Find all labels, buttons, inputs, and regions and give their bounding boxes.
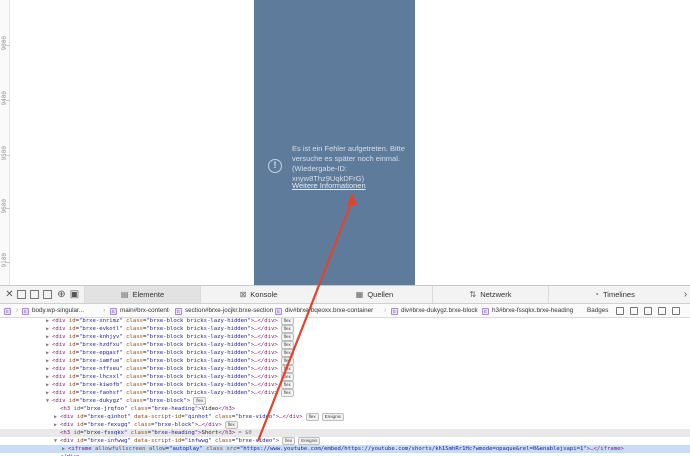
dom-node-row[interactable]: ▶ <div id="brxe-iamfue" class="brxe-block… xyxy=(0,357,690,365)
badge-pill[interactable]: flex xyxy=(280,318,294,325)
element-icon: E xyxy=(175,308,182,315)
breadcrumb-label: body.wp-singular... xyxy=(32,307,85,314)
dom-tree: ▶ <div id="brxe-xnrimz" class="brxe-block… xyxy=(0,318,690,456)
breadcrumb-item[interactable]: Eh3#brxe-fssqkx.brxe-heading xyxy=(482,304,574,317)
tab-label: Netzwerk xyxy=(480,290,512,299)
dom-node-row[interactable]: ▶ <div id="brxe-kiwofb" class="brxe-block… xyxy=(0,381,690,389)
tab-sources[interactable]: ▦ Quellen xyxy=(316,286,432,303)
breadcrumb-label: main#brx-content xyxy=(120,307,169,314)
breadcrumb-item[interactable]: Emain#brx-content xyxy=(110,304,169,317)
breadcrumb-label: div#brxe-bqeoxx.brxe-container xyxy=(285,307,374,314)
breadcrumb-label: section#brxe-jocjkr.brxe-section xyxy=(185,307,274,314)
element-icon: E xyxy=(275,308,282,315)
badge-pill[interactable]: Ereignis xyxy=(321,413,344,421)
element-icon: E xyxy=(482,308,489,315)
badge-pill[interactable]: flex xyxy=(280,349,294,357)
badge-pill[interactable]: flex xyxy=(280,365,294,373)
dom-node-row[interactable]: ▶ <div id="brxe-qinhot" data-script-id="q… xyxy=(0,413,690,421)
ruler-label: 9600 xyxy=(1,199,8,214)
badge-pill[interactable]: flex xyxy=(280,341,294,349)
badge-pill[interactable]: flex xyxy=(193,397,207,405)
badge-pill[interactable]: flex xyxy=(224,421,238,429)
print-styles-icon[interactable] xyxy=(616,307,624,315)
inspect-icon[interactable]: ⊕ xyxy=(56,289,67,300)
error-icon: ! xyxy=(268,159,282,173)
dom-node-row[interactable]: ▶ <div id="brxe-evkotl" class="brxe-block… xyxy=(0,325,690,333)
tab-label: Elemente xyxy=(132,290,165,299)
badge-pill[interactable]: flex xyxy=(305,413,319,421)
dom-node-row[interactable]: ▼ <div id="brxe-dukygz" class="brxe-block… xyxy=(0,397,690,405)
dom-node-row[interactable]: ▶ <div id="brxe-faohsf" class="brxe-block… xyxy=(0,389,690,397)
badge-pill[interactable]: flex xyxy=(280,325,294,333)
timelines-icon: ◔ xyxy=(594,290,599,299)
tab-label: Quellen xyxy=(367,290,394,299)
layout-icon[interactable] xyxy=(644,307,652,315)
sidebar-icon[interactable] xyxy=(672,307,680,315)
badge-pill[interactable]: flex xyxy=(280,373,294,381)
dom-node-row[interactable]: ▶ <div id="brxe-hzdfxu" class="brxe-block… xyxy=(0,341,690,349)
tab-label: Konsole xyxy=(250,290,278,299)
page-viewport: 9000 9400 9500 9600 9100 ! Es ist ein Fe… xyxy=(0,0,690,285)
screenshot-icon[interactable]: ▣ xyxy=(69,289,80,300)
element-icon: E xyxy=(391,308,398,315)
breadcrumb-item[interactable]: Ediv#brxe-bqeoxx.brxe-container xyxy=(275,304,374,317)
ruler-label: 9500 xyxy=(1,146,8,161)
more-icon[interactable]: › xyxy=(680,289,690,300)
selected-dom-node-row[interactable]: <h3 id="brxe-fssqkx" class="brxe-heading… xyxy=(0,429,690,437)
youtube-embed-player[interactable] xyxy=(254,0,415,285)
dom-node-row[interactable]: ▶ <div id="brxe-xnrimz" class="brxe-block… xyxy=(0,318,690,325)
dom-node-row[interactable]: ▶ <div id="brxe-epgasf" class="brxe-block… xyxy=(0,349,690,357)
inspector-tab-bar: ✕ ⊕ ▣ ▤ Elemente ⊠ Konsole ▦ Quellen ⇅ Netzw… xyxy=(0,286,690,304)
dom-node-row[interactable]: ▶ <div id="brxe-fexugq" class="brxe-block… xyxy=(0,421,690,429)
close-icon[interactable]: ✕ xyxy=(4,289,15,300)
ruler-label: 9000 xyxy=(1,36,8,51)
badge-pill[interactable]: flex xyxy=(280,333,294,341)
network-icon: ⇅ xyxy=(469,290,477,299)
badge-pill[interactable]: flex xyxy=(282,437,296,445)
element-icon: E xyxy=(4,308,11,315)
badge-pill[interactable]: Ereignis xyxy=(298,437,321,445)
ruler-label: 9400 xyxy=(1,91,8,106)
dom-node-row[interactable]: ▶ <div id="brxe-nffseu" class="brxe-block… xyxy=(0,365,690,373)
badge-pill[interactable]: flex xyxy=(280,389,294,397)
dom-node-row[interactable]: ▶ <div id="brxe-lhcxxl" class="brxe-block… xyxy=(0,373,690,381)
console-icon: ⊠ xyxy=(239,290,247,299)
elements-icon: ▤ xyxy=(120,290,129,299)
breadcrumb-item[interactable]: Esection#brxe-jocjkr.brxe-section xyxy=(175,304,274,317)
screenshot-root: 9000 9400 9500 9600 9100 ! Es ist ein Fe… xyxy=(0,0,690,456)
iframe-dom-node-row[interactable]: ▶ <iframe allowfullscreen allow="autoplay… xyxy=(0,445,690,453)
web-inspector: ✕ ⊕ ▣ ▤ Elemente ⊠ Konsole ▦ Quellen ⇅ Netzw… xyxy=(0,285,690,456)
breadcrumb-item[interactable]: E xyxy=(4,304,14,317)
dom-node-row[interactable]: ▼ <div id="brxe-infwwg" data-script-id="i… xyxy=(0,437,690,445)
tab-elements[interactable]: ▤ Elemente xyxy=(84,286,200,303)
tab-timelines[interactable]: ◔ Timelines xyxy=(548,286,680,303)
breadcrumb: E › Ebody.wp-singular... › Emain#brx-con… xyxy=(0,304,690,318)
more-info-link[interactable]: Weitere Informationen xyxy=(292,181,366,191)
breadcrumb-label: div#brxe-dukygz.brxe-block xyxy=(401,307,478,314)
vertical-ruler: 9000 9400 9500 9600 9100 xyxy=(0,0,10,285)
dom-node-row[interactable]: <h3 id="brxe-jrqfoo" class="brxe-heading… xyxy=(0,405,690,413)
dark-mode-icon[interactable] xyxy=(630,307,638,315)
element-icon: E xyxy=(22,308,29,315)
breadcrumb-label: h3#brxe-fssqkx.brxe-heading xyxy=(492,307,574,314)
dom-node-row[interactable]: ▶ <div id="brxe-knhjyv" class="brxe-block… xyxy=(0,333,690,341)
tab-console[interactable]: ⊠ Konsole xyxy=(200,286,316,303)
settings-icon[interactable] xyxy=(658,307,666,315)
tab-network[interactable]: ⇅ Netzwerk xyxy=(432,286,548,303)
ruler-label: 9100 xyxy=(1,253,8,268)
badges-toggle[interactable]: Badges xyxy=(587,304,608,317)
badge-pill[interactable]: flex xyxy=(280,381,294,389)
element-icon: E xyxy=(110,308,117,315)
dock-side-icon[interactable] xyxy=(30,290,39,299)
undock-icon[interactable] xyxy=(43,290,52,299)
breadcrumb-item[interactable]: Ediv#brxe-dukygz.brxe-block xyxy=(391,304,478,317)
tab-label: Timelines xyxy=(603,290,635,299)
video-error-message: Es ist ein Fehler aufgetreten. Bitte ver… xyxy=(292,144,405,183)
breadcrumb-item[interactable]: Ebody.wp-singular... xyxy=(22,304,85,317)
sources-icon: ▦ xyxy=(355,290,364,299)
dock-bottom-icon[interactable] xyxy=(17,290,26,299)
badge-pill[interactable]: flex xyxy=(280,357,294,365)
